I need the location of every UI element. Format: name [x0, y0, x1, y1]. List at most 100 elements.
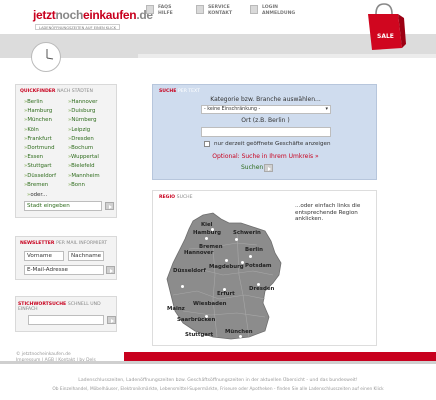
copyright: © jetztnocheinkaufen.de — [16, 352, 71, 357]
city-go-button[interactable] — [105, 202, 114, 210]
chevron-down-icon: ▾ — [325, 106, 328, 112]
service-sub: KONTAKT — [208, 10, 233, 16]
city-link-stuttgart[interactable]: Stuttgart — [24, 163, 51, 169]
map-dot-magdeburg — [225, 259, 228, 262]
bag-text: SALE — [377, 33, 394, 40]
clock-icon — [31, 42, 61, 72]
map-dot-schwerin — [235, 238, 238, 241]
ort-input[interactable] — [201, 127, 331, 137]
kategorie-label: Kategorie bzw. Branche auswählen... — [210, 96, 321, 103]
map-label-berlin[interactable]: Berlin — [245, 247, 263, 253]
suche-title-red: SUCHE — [159, 89, 177, 94]
suchen-button[interactable] — [264, 164, 273, 172]
map-label-muenchen[interactable]: München — [225, 329, 253, 335]
newsletter-title: NEWSLETTER PER MAIL INFORMIERT — [20, 241, 107, 246]
city-link-hamburg[interactable]: Hamburg — [24, 108, 52, 114]
stichwort-box: STICHWORTSUCHE SCHNELL UND EINFACH — [15, 296, 117, 332]
map-dot-berlin — [249, 255, 252, 258]
city-link-dresden[interactable]: Dresden — [68, 136, 94, 142]
kategorie-select-value: - keine Einschränkung - — [204, 107, 261, 112]
city-link-d-sseldorf[interactable]: Düsseldorf — [24, 173, 56, 179]
map-label-hamburg[interactable]: Hamburg — [193, 230, 221, 236]
city-link-leipzig[interactable]: Leipzig — [68, 127, 90, 133]
city-link-dortmund[interactable]: Dortmund — [24, 145, 54, 151]
map-label-potsdam[interactable]: Potsdam — [245, 263, 272, 269]
faq-link[interactable]: FAQS HILFE — [146, 5, 173, 16]
vorname-input[interactable]: Vorname — [24, 251, 64, 261]
map-label-hannover[interactable]: Hannover — [184, 250, 213, 256]
faq-sub: HILFE — [158, 10, 173, 16]
map-dot-saarbruecken — [205, 315, 208, 318]
city-link-m-nchen[interactable]: München — [24, 117, 52, 123]
map-label-saarbruecken[interactable]: Saarbrücken — [177, 317, 215, 323]
map-dot-potsdam — [241, 261, 244, 264]
map-label-dresden[interactable]: Dresden — [249, 286, 274, 292]
login-link[interactable]: LOGIN ANMELDUNG — [250, 5, 295, 16]
ort-label: Ort (z.B. Berlin ) — [241, 117, 290, 124]
shopping-bag-icon: SALE — [368, 3, 406, 50]
city-link-berlin[interactable]: Berlin — [24, 99, 43, 105]
newsletter-go-button[interactable] — [106, 266, 115, 274]
map-label-mainz[interactable]: Mainz — [167, 306, 185, 312]
map-label-magdeburg[interactable]: Magdeburg — [209, 264, 244, 270]
city-link-bremen[interactable]: Bremen — [24, 182, 48, 188]
quickfinder-title: QUICKFINDER NACH STÄDTEN — [20, 89, 93, 94]
quickfinder-box: QUICKFINDER NACH STÄDTEN oder... Stadt e… — [15, 84, 117, 218]
text-search-box: SUCHE PER TEXT Kategorie bzw. Branche au… — [152, 84, 377, 180]
open-now-checkbox[interactable] — [204, 141, 210, 147]
city-link-essen[interactable]: Essen — [24, 154, 43, 160]
login-sub: ANMELDUNG — [262, 10, 296, 16]
newsletter-title-gray: PER MAIL INFORMIERT — [56, 241, 108, 246]
regio-search-box: REGIO SUCHE ...oder einfach links die en… — [152, 190, 377, 346]
oder-label: oder... — [27, 192, 47, 198]
nachname-input[interactable]: Nachname — [68, 251, 104, 261]
faq-label: FAQS — [158, 5, 172, 10]
service-icon — [196, 5, 204, 14]
top-strip-band — [138, 54, 436, 58]
city-link-bielefeld[interactable]: Bielefeld — [68, 163, 94, 169]
city-link-bonn[interactable]: Bonn — [68, 182, 85, 188]
login-icon — [250, 5, 258, 14]
email-input[interactable]: E-Mail-Adresse — [24, 265, 104, 275]
newsletter-title-red: NEWSLETTER — [20, 241, 55, 246]
service-link[interactable]: SERVICE KONTAKT — [196, 5, 232, 16]
footer-gray-line — [0, 361, 436, 364]
map-label-erfurt[interactable]: Erfurt — [217, 291, 235, 297]
map-label-wiesbaden[interactable]: Wiesbaden — [193, 301, 227, 307]
stichwort-go-button[interactable] — [107, 316, 116, 324]
map-dot-dresden — [257, 283, 260, 286]
footer-line-1: Ladenschlusszeiten, Ladenöffnungszeiten … — [78, 378, 358, 383]
map-dot-muenchen — [239, 335, 242, 338]
city-link-wuppertal[interactable]: Wuppertal — [68, 154, 99, 160]
kategorie-select[interactable]: - keine Einschränkung - ▾ — [201, 105, 331, 114]
quickfinder-title-red: QUICKFINDER — [20, 89, 56, 94]
logo-tagline: LADENÖFFNUNGSZEITEN AUF EINEN KLICK — [35, 24, 121, 30]
city-input[interactable]: Stadt eingeben — [24, 201, 102, 211]
map-label-kiel[interactable]: Kiel — [201, 222, 213, 228]
city-link-bochum[interactable]: Bochum — [68, 145, 93, 151]
quickfinder-title-gray: NACH STÄDTEN — [57, 89, 93, 94]
suche-title: SUCHE PER TEXT — [159, 89, 200, 94]
site-logo[interactable]: jetztnocheinkaufen.de — [33, 8, 153, 22]
map-dot-kiel — [211, 228, 214, 231]
city-link-k-ln[interactable]: Köln — [24, 127, 38, 133]
city-link-hannover[interactable]: Hannover — [68, 99, 97, 105]
city-link-n-rnberg[interactable]: Nürnberg — [68, 117, 96, 123]
faq-icon — [146, 5, 154, 14]
open-now-label: nur derzeit geöffnete Geschäfte anzeigen — [214, 141, 331, 147]
logo-part-1: jetzt — [33, 8, 56, 22]
map-dot-erfurt — [223, 288, 226, 291]
map-label-duesseldorf[interactable]: Düsseldorf — [173, 268, 206, 274]
logo-part-3: einkaufen — [82, 8, 137, 22]
map-label-stuttgart[interactable]: Stuttgart — [185, 332, 213, 338]
city-link-duisburg[interactable]: Duisburg — [68, 108, 95, 114]
service-label: SERVICE — [208, 5, 230, 10]
umkreis-link[interactable]: Optional: Suche in Ihrem Umkreis » — [153, 153, 378, 160]
map-dot-duesseldorf — [181, 285, 184, 288]
stichwort-input[interactable] — [28, 315, 104, 325]
suchen-label[interactable]: Suchen — [241, 164, 263, 171]
stichwort-title: STICHWORTSUCHE SCHNELL UND EINFACH — [18, 302, 116, 312]
map-label-schwerin[interactable]: Schwerin — [233, 230, 261, 236]
city-link-frankfurt[interactable]: Frankfurt — [24, 136, 51, 142]
city-link-mannheim[interactable]: Mannheim — [68, 173, 99, 179]
